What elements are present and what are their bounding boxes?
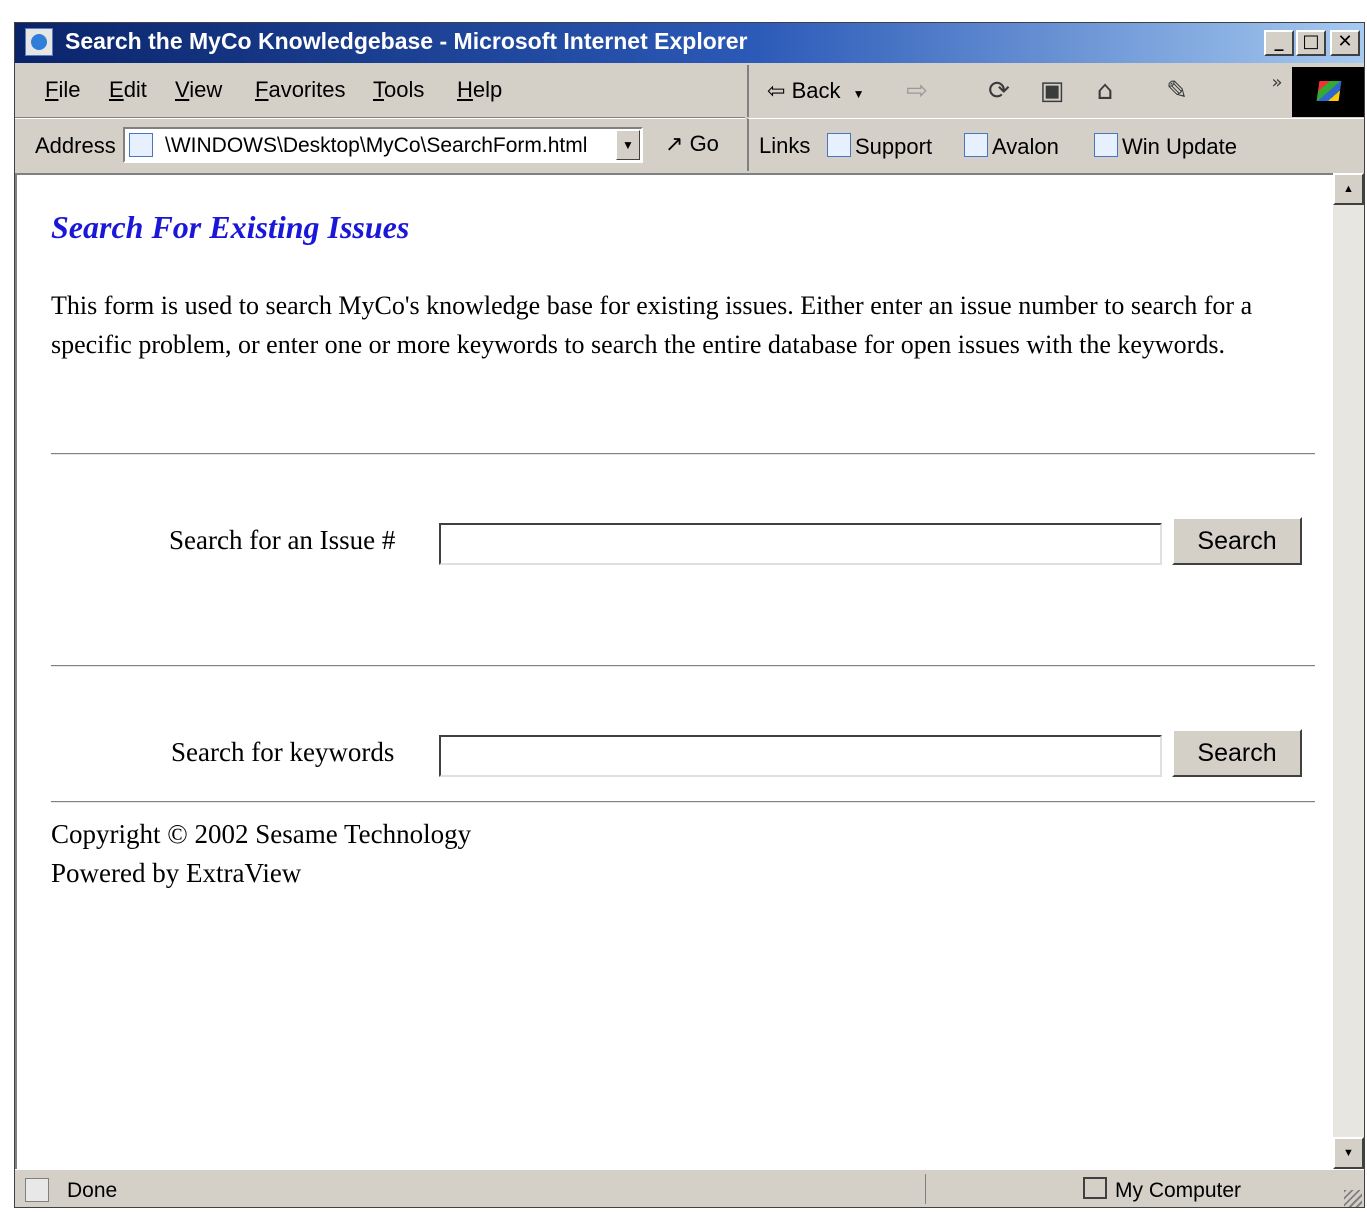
link-win-update[interactable]: Win Update xyxy=(1094,133,1237,160)
page-footer: Copyright © 2002 Sesame Technology Power… xyxy=(51,815,471,892)
zone-label: My Computer xyxy=(1115,1179,1242,1202)
menu-tools[interactable]: Tools xyxy=(373,77,424,103)
minimize-button[interactable]: _ xyxy=(1264,30,1294,56)
status-bar: Done My Computer xyxy=(15,1169,1364,1207)
status-text: Done xyxy=(67,1179,118,1202)
toolbar-overflow[interactable]: » xyxy=(1259,67,1295,99)
go-arrow-icon: ↗ xyxy=(665,131,684,156)
browser-window: Search the MyCo Knowledgebase - Microsof… xyxy=(14,22,1365,1208)
back-button[interactable]: ⇦ Back ▼ xyxy=(767,78,865,104)
computer-icon xyxy=(1083,1177,1107,1199)
keywords-input[interactable] xyxy=(439,735,1162,777)
stop-icon[interactable]: ▣ xyxy=(1034,75,1070,107)
link-support-label: Support xyxy=(855,134,933,159)
menu-edit[interactable]: Edit xyxy=(109,77,147,103)
menu-favorites[interactable]: Favorites xyxy=(255,77,346,103)
address-input[interactable]: \WINDOWS\Desktop\MyCo\SearchForm.html ▼ xyxy=(123,127,643,163)
page-icon xyxy=(129,133,153,157)
link-avalon[interactable]: Avalon xyxy=(964,133,1059,160)
navigation-toolbar: ⇦ Back ▼ ⇨ ⟳ ▣ ⌂ ✎ » xyxy=(747,65,1364,117)
ie-page-icon xyxy=(25,28,53,56)
scroll-up-icon[interactable]: ▲ xyxy=(1333,173,1364,205)
keywords-search-button[interactable]: Search xyxy=(1172,729,1302,777)
page-content: Search For Existing Issues This form is … xyxy=(15,173,1333,1169)
keywords-label: Search for keywords xyxy=(171,737,395,767)
address-bar: Address \WINDOWS\Desktop\MyCo\SearchForm… xyxy=(15,118,745,171)
refresh-icon[interactable]: ⟳ xyxy=(981,75,1017,107)
divider xyxy=(51,801,1315,803)
go-button[interactable]: ↗ Go xyxy=(665,131,719,157)
divider xyxy=(51,453,1315,455)
powered-by-text: Powered by ExtraView xyxy=(51,857,302,888)
menu-bar: File Edit View Favorites Tools Help xyxy=(15,65,745,118)
security-zone: My Computer xyxy=(1083,1177,1241,1203)
links-bar: Links Support Avalon Win Update xyxy=(747,118,1364,171)
page-description: This form is used to search MyCo's knowl… xyxy=(51,291,1253,359)
vertical-scrollbar[interactable]: ▲ ▼ xyxy=(1333,173,1364,1169)
links-label: Links xyxy=(759,133,811,158)
home-icon[interactable]: ⌂ xyxy=(1087,75,1123,107)
back-icon: ⇦ xyxy=(767,78,786,103)
scroll-down-icon[interactable]: ▼ xyxy=(1333,1137,1364,1169)
window-title: Search the MyCo Knowledgebase - Microsof… xyxy=(65,28,748,54)
chevron-down-icon: ▼ xyxy=(852,87,865,101)
address-label: Address xyxy=(35,133,116,158)
issue-number-input[interactable] xyxy=(439,523,1162,565)
menu-help[interactable]: Help xyxy=(457,77,502,103)
menu-view[interactable]: View xyxy=(175,77,222,103)
menu-file[interactable]: File xyxy=(45,77,80,103)
page-status-icon xyxy=(25,1178,49,1202)
address-dropdown-icon[interactable]: ▼ xyxy=(616,130,640,160)
link-support[interactable]: Support xyxy=(827,133,932,160)
divider xyxy=(51,665,1315,667)
close-button[interactable]: ✕ xyxy=(1330,30,1360,56)
link-icon xyxy=(1094,133,1118,157)
title-bar: Search the MyCo Knowledgebase - Microsof… xyxy=(15,23,1364,63)
resize-grip-icon[interactable] xyxy=(1344,1190,1362,1207)
status-panes xyxy=(925,1174,1066,1204)
issue-number-label: Search for an Issue # xyxy=(169,525,396,555)
link-icon xyxy=(827,133,851,157)
link-win-update-label: Win Update xyxy=(1122,134,1237,159)
link-avalon-label: Avalon xyxy=(992,134,1059,159)
link-icon xyxy=(964,133,988,157)
edit-icon[interactable]: ✎ xyxy=(1159,75,1195,107)
forward-icon[interactable]: ⇨ xyxy=(899,75,935,107)
go-label: Go xyxy=(689,131,719,156)
back-label: Back xyxy=(791,78,841,103)
issue-search-button[interactable]: Search xyxy=(1172,517,1302,565)
address-value: \WINDOWS\Desktop\MyCo\SearchForm.html xyxy=(165,134,588,157)
windows-logo-icon xyxy=(1292,67,1364,117)
copyright-text: Copyright © 2002 Sesame Technology xyxy=(51,819,472,849)
maximize-button[interactable]: □ xyxy=(1296,30,1326,56)
page-title: Search For Existing Issues xyxy=(51,209,410,245)
